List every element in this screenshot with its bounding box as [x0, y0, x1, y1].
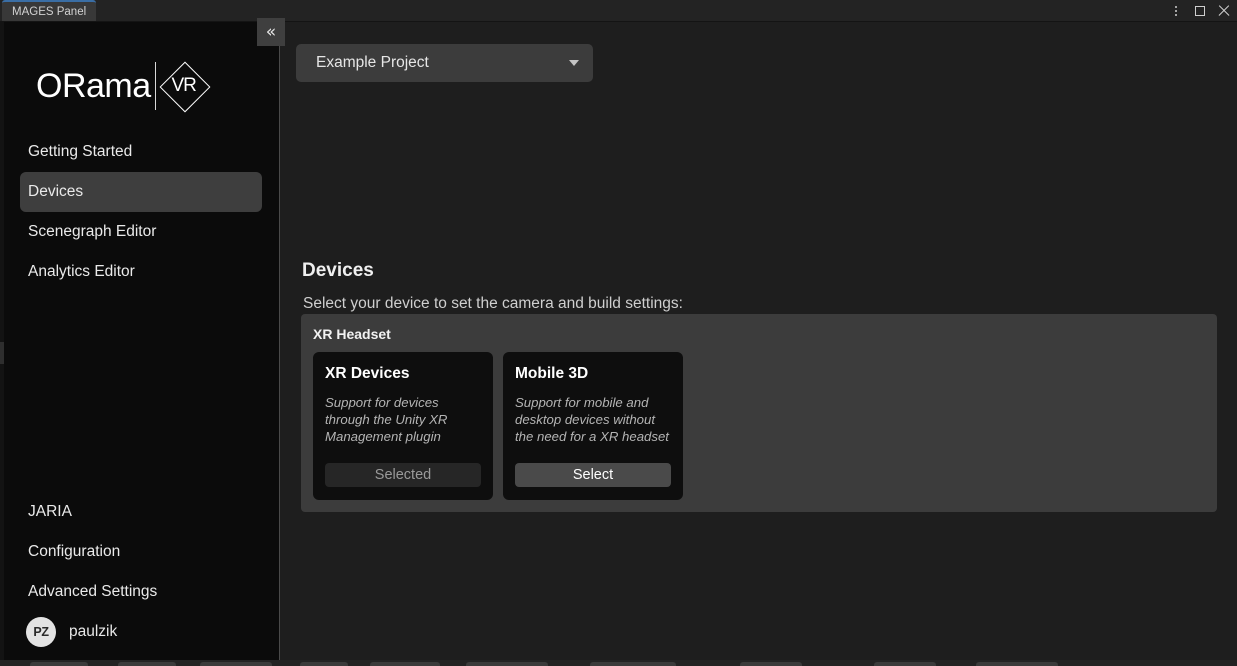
- window-controls: [1169, 0, 1231, 22]
- page-title: Devices: [302, 260, 374, 281]
- bottom-toolbar-chip[interactable]: [118, 662, 176, 666]
- sidebar-scrollbar-track[interactable]: [0, 22, 4, 666]
- sidebar-item-label: Analytics Editor: [28, 263, 135, 280]
- project-selector-value: Example Project: [316, 54, 429, 71]
- orama-vr-logo: ORama VR: [36, 60, 211, 113]
- bottom-toolbar-chip[interactable]: [200, 662, 272, 666]
- card-title: Mobile 3D: [515, 365, 589, 382]
- sidebar-item-label: Configuration: [28, 543, 121, 560]
- sidebar-item-analytics-editor[interactable]: Analytics Editor: [20, 252, 262, 292]
- tab-label: MAGES Panel: [12, 5, 87, 18]
- card-description: Support for devices through the Unity XR…: [325, 395, 448, 444]
- sidebar-item-label: Scenegraph Editor: [28, 223, 157, 240]
- mages-panel-window: MAGES Panel ORama VR Getting Started Dev…: [0, 0, 1237, 666]
- user-name: paulzik: [69, 623, 118, 640]
- sidebar-item-label: Devices: [28, 183, 84, 200]
- bottom-toolbar-chip[interactable]: [740, 662, 802, 666]
- sidebar-scrollbar-thumb[interactable]: [0, 342, 4, 364]
- select-device-button-label: Select: [572, 467, 614, 483]
- logo-wordmark: ORama: [36, 67, 151, 105]
- chevron-down-icon: [569, 60, 579, 66]
- bottom-toolbar-sliver: [0, 660, 1237, 666]
- sidebar-item-devices[interactable]: Devices: [20, 172, 262, 212]
- sidebar-item-label: Advanced Settings: [28, 583, 158, 600]
- bottom-toolbar-chip[interactable]: [874, 662, 936, 666]
- close-icon[interactable]: [1217, 3, 1231, 19]
- sidebar-item-jaria[interactable]: JARIA: [20, 492, 262, 532]
- bottom-toolbar-chip[interactable]: [976, 662, 1058, 666]
- select-device-button-label: Selected: [374, 467, 432, 483]
- group-title: XR Headset: [313, 326, 391, 342]
- chevron-double-left-icon: «: [265, 21, 277, 42]
- bottom-toolbar-chip[interactable]: [30, 662, 88, 666]
- logo-vr-text: VR: [171, 75, 196, 96]
- card-title: XR Devices: [325, 365, 410, 382]
- sidebar: ORama VR Getting Started Devices Scenegr…: [0, 22, 280, 666]
- bottom-toolbar-chip[interactable]: [370, 662, 440, 666]
- maximize-icon[interactable]: [1193, 3, 1207, 19]
- main-content: Example Project Devices Select your devi…: [280, 22, 1237, 666]
- avatar: PZ: [26, 617, 56, 647]
- window-titlebar: MAGES Panel: [0, 0, 1237, 22]
- sidebar-nav-bottom: JARIA Configuration Advanced Settings PZ…: [20, 492, 262, 652]
- tab-mages-panel[interactable]: MAGES Panel: [2, 0, 97, 21]
- logo-diamond-icon: VR: [158, 60, 211, 113]
- kebab-menu-icon[interactable]: [1169, 3, 1183, 19]
- bottom-toolbar-chip[interactable]: [466, 662, 548, 666]
- select-device-button[interactable]: Selected: [325, 463, 481, 487]
- sidebar-item-label: JARIA: [28, 503, 72, 520]
- user-account-row[interactable]: PZ paulzik: [20, 612, 262, 652]
- sidebar-item-getting-started[interactable]: Getting Started: [20, 132, 262, 172]
- sidebar-item-scenegraph-editor[interactable]: Scenegraph Editor: [20, 212, 262, 252]
- sidebar-item-advanced-settings[interactable]: Advanced Settings: [20, 572, 262, 612]
- sidebar-nav: Getting Started Devices Scenegraph Edito…: [20, 132, 262, 292]
- sidebar-item-configuration[interactable]: Configuration: [20, 532, 262, 572]
- device-card-list: XR Devices Support for devices through t…: [313, 352, 683, 500]
- sidebar-item-label: Getting Started: [28, 143, 133, 160]
- logo-divider: [154, 62, 156, 110]
- xr-headset-group-panel: XR Headset XR Devices Support for device…: [301, 314, 1217, 512]
- bottom-toolbar-chip[interactable]: [590, 662, 676, 666]
- collapse-sidebar-button[interactable]: «: [257, 18, 285, 46]
- device-card-mobile-3d[interactable]: Mobile 3D Support for mobile and desktop…: [503, 352, 683, 500]
- project-selector-dropdown[interactable]: Example Project: [296, 44, 593, 82]
- select-device-button[interactable]: Select: [515, 463, 671, 487]
- bottom-toolbar-chip[interactable]: [300, 662, 348, 666]
- device-card-xr-devices[interactable]: XR Devices Support for devices through t…: [313, 352, 493, 500]
- card-description: Support for mobile and desktop devices w…: [515, 395, 669, 444]
- page-subtitle: Select your device to set the camera and…: [303, 295, 683, 312]
